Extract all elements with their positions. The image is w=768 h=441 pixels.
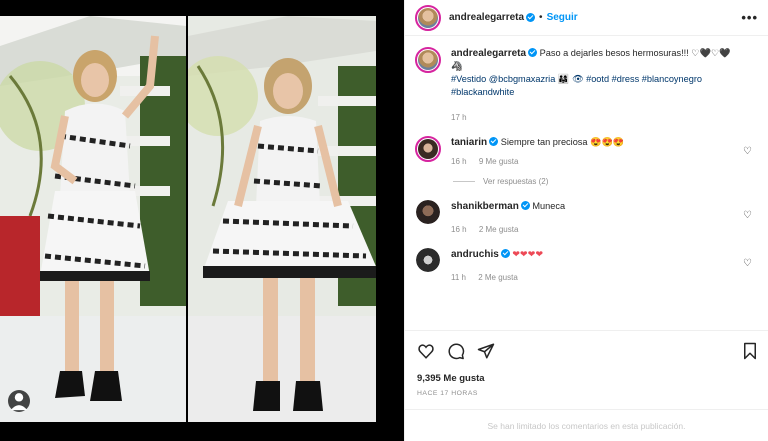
- comment-row: taniarin Siempre tan preciosa 😍😍😍 16 h 9…: [415, 136, 758, 168]
- header-username[interactable]: andrealegarreta: [449, 12, 524, 23]
- replies-label: Ver respuestas (2): [483, 177, 549, 186]
- comment-text: ❤❤❤❤: [512, 249, 544, 259]
- author-avatar[interactable]: [415, 4, 441, 31]
- likes-count[interactable]: 9,395 Me gusta: [417, 373, 758, 384]
- comment-body: andruchis ❤❤❤❤ 11 h 2 Me gusta: [451, 248, 758, 284]
- comment-body: taniarin Siempre tan preciosa 😍😍😍 16 h 9…: [451, 136, 758, 168]
- comment-icon[interactable]: [447, 342, 465, 360]
- comment-time[interactable]: 16 h: [451, 157, 467, 166]
- comment-avatar[interactable]: [416, 248, 440, 272]
- photo-right: [188, 16, 376, 422]
- post-timestamp[interactable]: HACE 17 HORAS: [417, 390, 758, 397]
- replies-line: [453, 181, 475, 182]
- comment-meta: 16 h 9 Me gusta: [451, 155, 736, 168]
- caption: andrealegarreta Paso a dejarles besos he…: [415, 47, 758, 124]
- comment-avatar[interactable]: [416, 200, 440, 224]
- comment-time[interactable]: 11 h: [451, 273, 466, 282]
- caption-meta: 17 h: [451, 111, 736, 124]
- caption-username[interactable]: andrealegarreta: [451, 48, 526, 59]
- comment-username[interactable]: taniarin: [451, 137, 487, 148]
- comment-username[interactable]: andruchis: [451, 249, 499, 260]
- actions-area: 9,395 Me gusta HACE 17 HORAS: [405, 330, 768, 397]
- ellipsis-icon[interactable]: •••: [741, 10, 758, 25]
- caption-avatar[interactable]: [415, 47, 441, 73]
- comment-likes[interactable]: 2 Me gusta: [479, 225, 519, 234]
- action-bar: [417, 339, 758, 363]
- follow-button[interactable]: Seguir: [547, 12, 578, 23]
- comment-row: andruchis ❤❤❤❤ 11 h 2 Me gusta ♡: [415, 248, 758, 284]
- comment-text: Muneca: [532, 201, 566, 211]
- comment-meta: 16 h 2 Me gusta: [451, 223, 736, 236]
- heart-outline-icon[interactable]: [417, 342, 435, 360]
- share-icon[interactable]: [477, 342, 495, 360]
- photo-left: [0, 16, 186, 422]
- comment-likes[interactable]: 2 Me gusta: [478, 273, 518, 282]
- comment-likes[interactable]: 9 Me gusta: [479, 157, 519, 166]
- comment-avatar[interactable]: [415, 136, 441, 162]
- verified-icon: [500, 249, 510, 258]
- comment-row: shanikberman Muneca 16 h 2 Me gusta ♡: [415, 200, 758, 236]
- heart-outline-icon[interactable]: ♡: [743, 146, 752, 157]
- comment-username[interactable]: shanikberman: [451, 201, 519, 212]
- bookmark-icon[interactable]: [742, 342, 758, 360]
- verified-icon: [528, 48, 538, 57]
- verified-icon: [520, 201, 530, 210]
- comment-meta: 11 h 2 Me gusta: [451, 271, 736, 284]
- photo-collage: [0, 16, 376, 422]
- comment-text: Siempre tan preciosa 😍😍😍: [500, 137, 625, 147]
- heart-outline-icon[interactable]: ♡: [743, 258, 752, 269]
- caption-time[interactable]: 17 h: [451, 113, 467, 122]
- post-header: andrealegarreta • Seguir •••: [405, 0, 768, 36]
- comment-body: shanikberman Muneca 16 h 2 Me gusta: [451, 200, 758, 236]
- comments-limited-notice: Se han limitado los comentarios en esta …: [405, 409, 768, 441]
- comment-time[interactable]: 16 h: [451, 225, 467, 234]
- verified-icon: [526, 13, 536, 22]
- comments-section: andrealegarreta Paso a dejarles besos he…: [405, 37, 768, 330]
- view-replies-button[interactable]: Ver respuestas (2): [453, 177, 758, 186]
- verified-icon: [489, 137, 499, 146]
- caption-body: andrealegarreta Paso a dejarles besos he…: [451, 47, 758, 124]
- post-details-panel: andrealegarreta • Seguir ••• andrealegar…: [404, 0, 768, 441]
- caption-hashtags[interactable]: #Vestido @bcbgmaxazria 👨‍👩‍👧 👁 #ootd #dr…: [451, 74, 702, 97]
- heart-outline-icon[interactable]: ♡: [743, 210, 752, 221]
- separator-dot: •: [539, 12, 543, 23]
- post-media[interactable]: [0, 0, 404, 441]
- tagged-user-icon[interactable]: [8, 390, 30, 412]
